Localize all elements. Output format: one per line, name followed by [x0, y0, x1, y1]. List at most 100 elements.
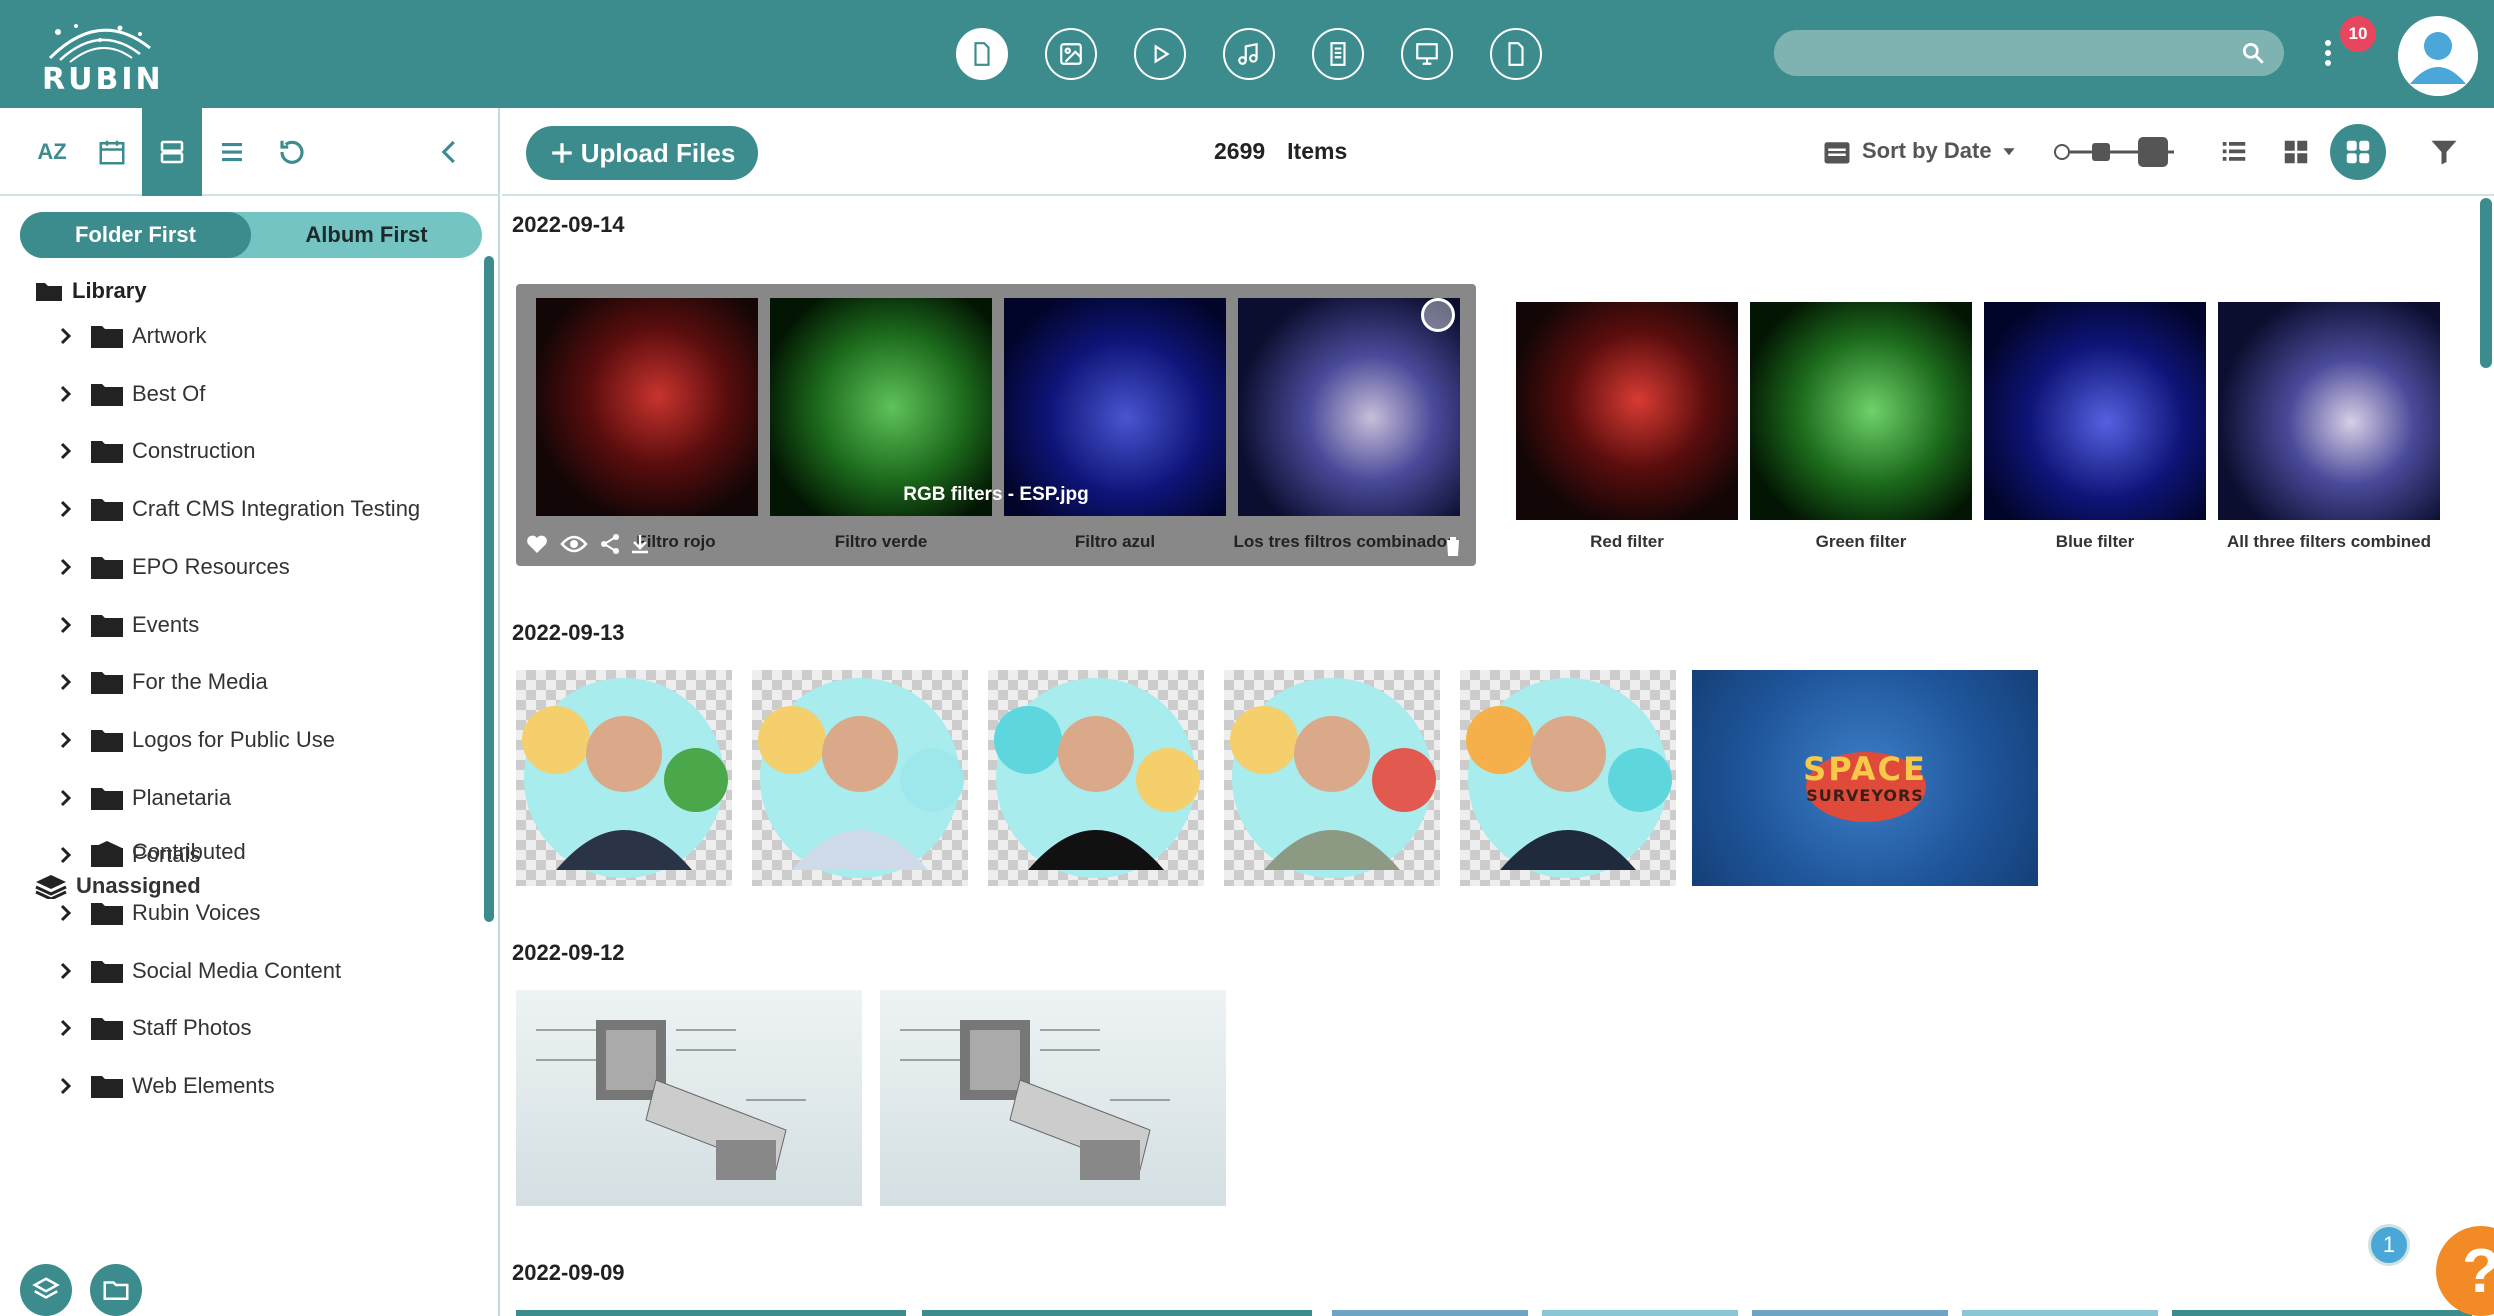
heart-icon[interactable]	[524, 532, 550, 556]
folder-item[interactable]: Artwork	[56, 316, 207, 356]
audio-icon[interactable]	[1223, 28, 1275, 80]
staff-portrait-image[interactable]	[1224, 670, 1440, 886]
search-input[interactable]	[1774, 30, 2284, 76]
caption: Blue filter	[2055, 532, 2135, 551]
other-file-icon[interactable]	[1490, 28, 1542, 80]
asset-thumbnail-edge[interactable]	[516, 1310, 906, 1316]
list-view-icon[interactable]	[202, 108, 262, 196]
space-title: SPACE	[1803, 750, 1927, 788]
sort-az-button[interactable]: AZ	[22, 108, 82, 196]
masonry-layout-icon[interactable]	[2330, 124, 2386, 180]
telescope-diagram-image[interactable]	[880, 990, 1226, 1206]
staff-portrait-image[interactable]	[752, 670, 968, 886]
notification-badge[interactable]: 10	[2340, 16, 2376, 52]
chevron-right-icon[interactable]	[56, 557, 76, 577]
date-heading: 2022-09-14	[512, 212, 625, 237]
folder-item[interactable]: Logos for Public Use	[56, 720, 335, 760]
folder-item[interactable]: Construction	[56, 431, 256, 471]
all-files-icon[interactable]	[956, 28, 1008, 80]
document-icon[interactable]	[1312, 28, 1364, 80]
folder-item[interactable]: Events	[56, 605, 199, 645]
user-avatar[interactable]	[2398, 16, 2478, 96]
folder-item[interactable]: Best Of	[56, 374, 205, 414]
image-icon[interactable]	[1045, 28, 1097, 80]
sort-dropdown[interactable]: Sort by Date	[1822, 136, 2016, 166]
plus-icon	[551, 143, 572, 163]
folder-item[interactable]: Social Media Content	[56, 951, 341, 991]
asset-thumbnail-edge[interactable]	[1752, 1310, 1948, 1316]
grid-layout-icon[interactable]	[2272, 128, 2320, 176]
filter-icon[interactable]	[2420, 128, 2468, 176]
video-icon[interactable]	[1134, 28, 1186, 80]
chevron-right-icon[interactable]	[56, 326, 76, 346]
folder-item[interactable]: For the Media	[56, 662, 268, 702]
folder-item[interactable]: Planetaria	[56, 778, 231, 818]
chevron-right-icon[interactable]	[56, 672, 76, 692]
asset-card[interactable]: Red filter Green filter Blue filter All …	[1506, 284, 2466, 566]
folder-label: Events	[132, 611, 200, 637]
camera-diagram	[536, 1020, 806, 1180]
staff-portrait-image[interactable]	[516, 670, 732, 886]
item-count-value: 2699	[1214, 138, 1266, 164]
upload-files-button[interactable]: Upload Files	[526, 126, 758, 180]
sidebar-scrollbar[interactable]	[484, 256, 494, 922]
chevron-right-icon[interactable]	[56, 845, 76, 865]
folder-icon	[91, 1076, 123, 1099]
chevron-right-icon[interactable]	[56, 903, 76, 923]
folder-label: Construction	[132, 438, 256, 464]
folder-first-option[interactable]: Folder First	[20, 212, 251, 258]
staff-portrait-image[interactable]	[988, 670, 1204, 886]
chevron-right-icon[interactable]	[56, 961, 76, 981]
calendar-icon[interactable]	[82, 108, 142, 196]
chevron-right-icon[interactable]	[56, 441, 76, 461]
eye-icon[interactable]	[560, 534, 588, 554]
caption: Filtro verde	[834, 532, 928, 551]
chevron-right-icon[interactable]	[56, 499, 76, 519]
chevron-right-icon[interactable]	[56, 384, 76, 404]
portrait-illustration	[1466, 678, 1672, 878]
asset-thumbnail-edge[interactable]	[1332, 1310, 1528, 1316]
item-count-label: Items	[1287, 138, 1348, 164]
thumbnail-size-slider[interactable]	[2052, 132, 2182, 172]
collections-button[interactable]	[20, 1264, 72, 1316]
staff-portrait-image[interactable]	[1460, 670, 1676, 886]
folder-item[interactable]: Craft CMS Integration Testing	[56, 489, 420, 529]
asset-thumbnail-edge[interactable]	[1542, 1310, 1738, 1316]
space-surveyors-image[interactable]: SPACE SURVEYORS	[1692, 670, 2038, 886]
collapse-icon[interactable]	[420, 108, 480, 196]
list-layout-icon[interactable]	[2210, 128, 2258, 176]
camera-diagram	[900, 1020, 1170, 1180]
unassigned-item[interactable]: Unassigned	[34, 866, 201, 906]
folder-icon	[91, 960, 123, 983]
card-view-icon[interactable]	[142, 108, 202, 196]
folders-button[interactable]	[90, 1264, 142, 1316]
caret-down-icon	[2002, 148, 2015, 156]
folder-item[interactable]: Staff Photos	[56, 1008, 251, 1048]
asset-thumbnail-edge[interactable]	[2172, 1310, 2472, 1316]
search-icon[interactable]	[2240, 40, 2266, 66]
chevron-right-icon[interactable]	[56, 615, 76, 635]
asset-thumbnail-edge[interactable]	[1962, 1310, 2158, 1316]
selected-asset-card[interactable]: RGB filters - ESP.jpg Filtro rojo Filtro…	[516, 284, 1476, 566]
more-options-icon[interactable]	[2320, 38, 2336, 68]
folder-item[interactable]: EPO Resources	[56, 547, 290, 587]
refresh-icon[interactable]	[262, 108, 322, 196]
telescope-diagram-image[interactable]	[516, 990, 862, 1206]
select-checkbox[interactable]	[1421, 298, 1455, 332]
top-bar: RUBIN 10	[0, 0, 2494, 108]
download-icon[interactable]	[628, 532, 652, 556]
chevron-right-icon[interactable]	[56, 1076, 76, 1096]
chevron-right-icon[interactable]	[56, 730, 76, 750]
chevron-right-icon[interactable]	[56, 1018, 76, 1038]
content-scrollbar[interactable]	[2480, 198, 2492, 368]
presentation-icon[interactable]	[1401, 28, 1453, 80]
trash-icon[interactable]	[1442, 534, 1464, 558]
chevron-right-icon[interactable]	[56, 788, 76, 808]
asset-thumbnail-edge[interactable]	[922, 1310, 1312, 1316]
share-icon[interactable]	[598, 532, 622, 556]
folder-item[interactable]: Web Elements	[56, 1066, 275, 1106]
folder-label: Best Of	[132, 380, 206, 406]
library-root[interactable]: Library	[34, 278, 147, 304]
album-first-option[interactable]: Album First	[251, 212, 482, 258]
folder-label: Craft CMS Integration Testing	[132, 496, 421, 522]
